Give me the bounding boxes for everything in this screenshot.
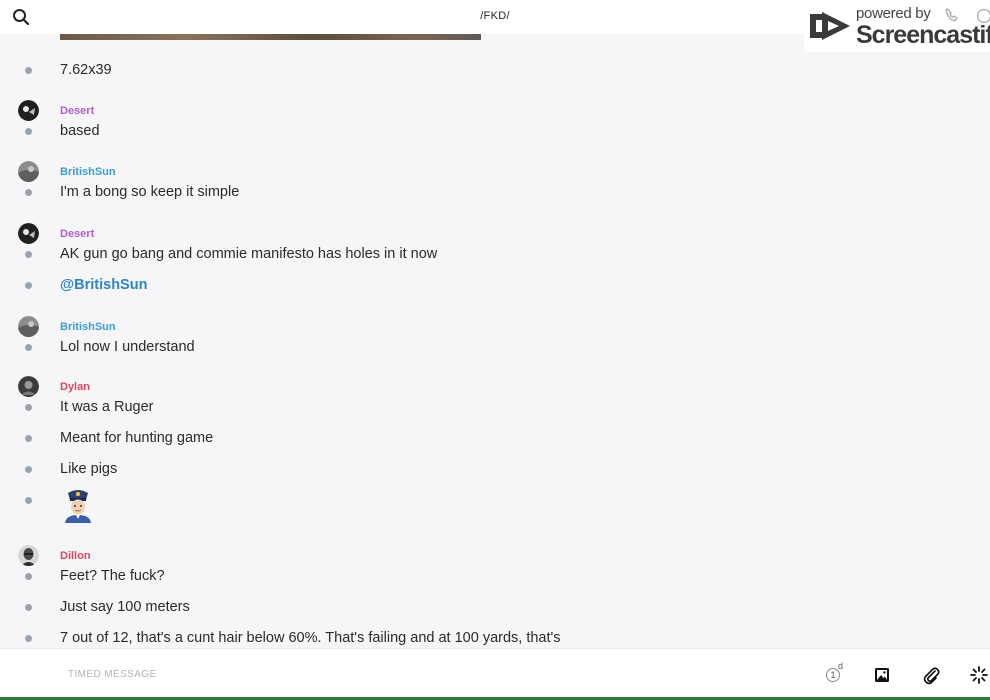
author-name[interactable]: Desert bbox=[60, 105, 94, 117]
image-icon[interactable] bbox=[871, 664, 893, 686]
message-text: I'm a bong so keep it simple bbox=[60, 184, 240, 200]
author-name[interactable]: Dillon bbox=[60, 550, 91, 562]
message-bullet bbox=[25, 404, 32, 411]
message-bullet bbox=[25, 435, 32, 442]
message-bullet bbox=[25, 251, 32, 258]
avatar[interactable] bbox=[18, 223, 39, 244]
message-bullet bbox=[25, 344, 32, 351]
avatar[interactable] bbox=[18, 545, 39, 566]
mention-link[interactable]: @BritishSun bbox=[60, 277, 147, 293]
message-text: 7 out of 12, that's a cunt hair below 60… bbox=[60, 630, 561, 646]
author-name[interactable]: BritishSun bbox=[60, 166, 116, 178]
message-bullet bbox=[25, 497, 32, 504]
message-text: Like pigs bbox=[60, 461, 118, 477]
loading-spinner-icon bbox=[970, 666, 988, 684]
timer-unit-label: d bbox=[838, 661, 844, 671]
message-input[interactable]: TIMED MESSAGE bbox=[68, 669, 157, 680]
avatar[interactable] bbox=[18, 100, 39, 121]
message-text: based bbox=[60, 123, 100, 139]
message-bullet bbox=[25, 282, 32, 289]
message-bullet bbox=[25, 635, 32, 642]
brand-label: Screencastify bbox=[856, 21, 990, 49]
screencastify-watermark: powered by Screencastify bbox=[804, 0, 990, 52]
screencastify-logo-icon bbox=[810, 12, 850, 40]
avatar[interactable] bbox=[18, 316, 39, 337]
message-bullet bbox=[25, 189, 32, 196]
author-name[interactable]: Dylan bbox=[60, 381, 90, 393]
message-text: 7.62x39 bbox=[60, 62, 112, 78]
powered-by-label: powered by bbox=[856, 5, 931, 22]
avatar[interactable] bbox=[18, 161, 39, 182]
message-text: Just say 100 meters bbox=[60, 599, 190, 615]
info-icon[interactable] bbox=[976, 8, 990, 24]
message-text: Feet? The fuck? bbox=[60, 568, 165, 584]
message-bullet bbox=[25, 67, 32, 74]
paperclip-icon[interactable] bbox=[920, 664, 942, 686]
message-text: AK gun go bang and commie manifesto has … bbox=[60, 246, 438, 262]
message-text: Meant for hunting game bbox=[60, 430, 214, 446]
message-image[interactable] bbox=[60, 34, 481, 40]
timer-button[interactable]: 1 d bbox=[822, 661, 844, 686]
author-name[interactable]: Desert bbox=[60, 228, 94, 240]
message-bullet bbox=[25, 573, 32, 580]
message-composer: TIMED MESSAGE 1 d bbox=[0, 648, 990, 700]
message-bullet bbox=[25, 128, 32, 135]
avatar[interactable] bbox=[18, 376, 39, 397]
police-officer-emoji-icon bbox=[65, 490, 91, 523]
phone-icon[interactable] bbox=[944, 7, 960, 23]
message-text: Lol now I understand bbox=[60, 339, 195, 355]
message-bullet bbox=[25, 604, 32, 611]
message-text: It was a Ruger bbox=[60, 399, 154, 415]
author-name[interactable]: BritishSun bbox=[60, 321, 116, 333]
message-bullet bbox=[25, 466, 32, 473]
